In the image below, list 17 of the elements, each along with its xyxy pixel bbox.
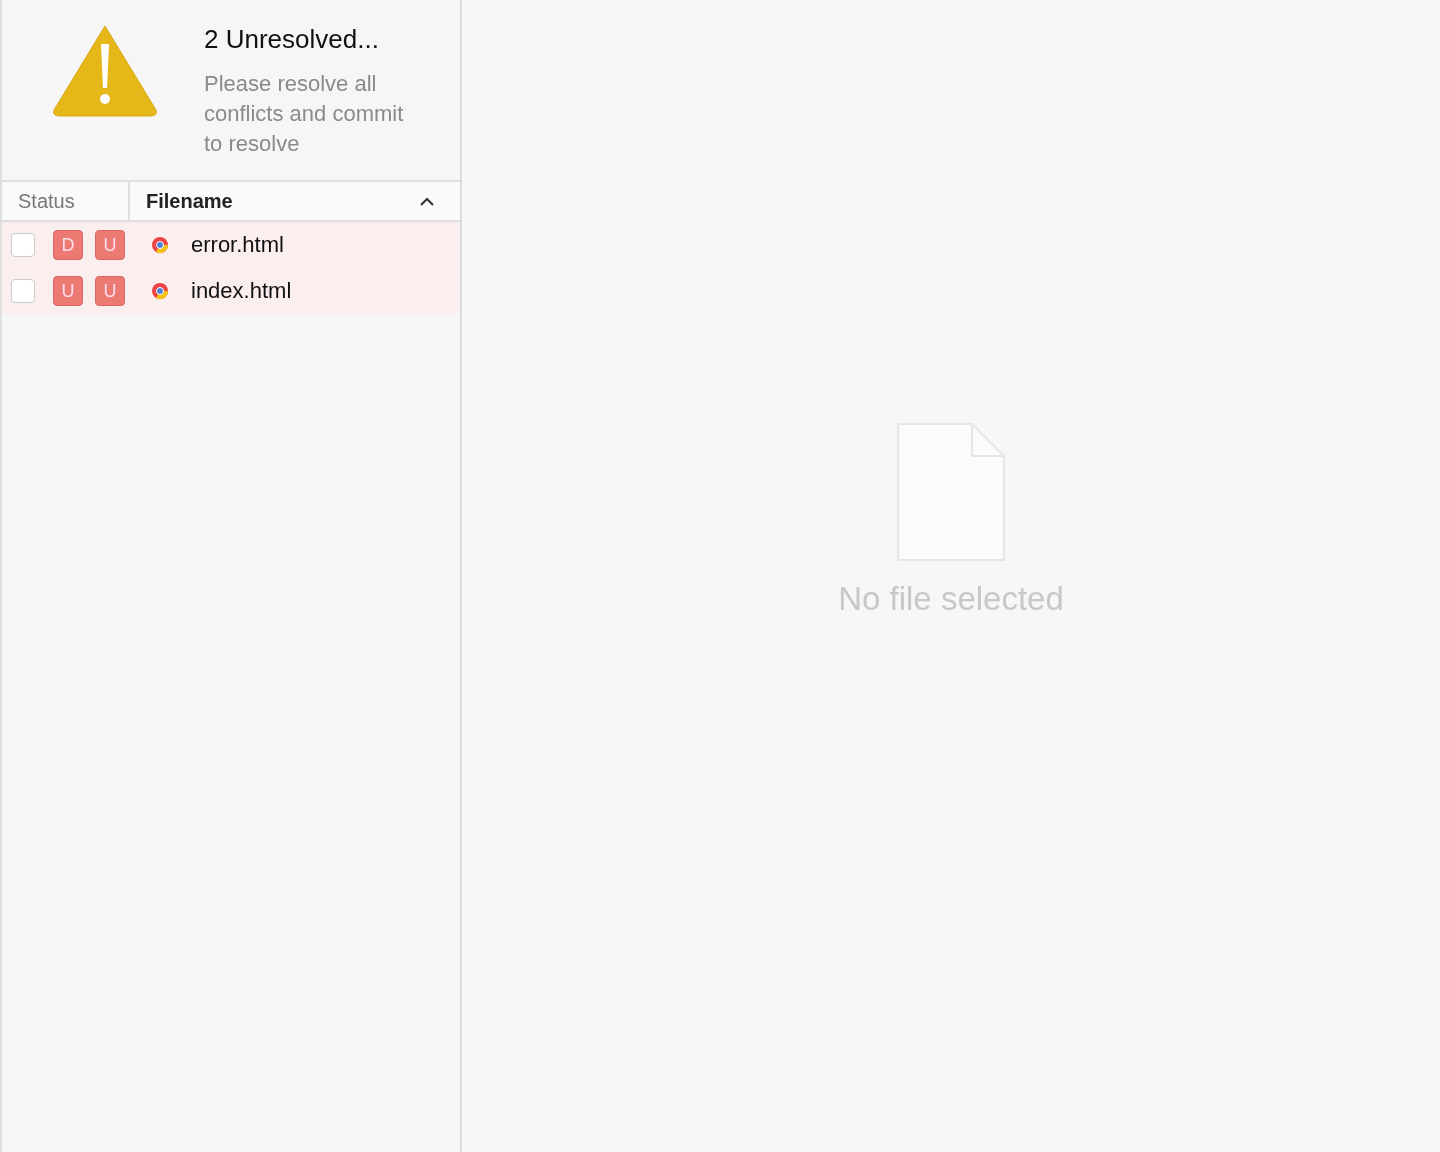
column-header[interactable]: Status [2,182,130,220]
file-row[interactable]: D U error.html [2,222,460,268]
status-badge: D [53,230,83,260]
alert-title: 2 Unresolved... [204,24,380,55]
browser-file-icon [151,236,169,254]
checkbox[interactable] [11,279,35,303]
file-name: index.html [191,278,292,304]
status-badge: U [95,230,125,260]
file-name: error.html [191,232,284,258]
status-badge: U [53,276,83,306]
column-header[interactable]: Filename [130,182,460,220]
browser-file-icon [151,282,169,300]
sort-ascending-icon [420,196,434,206]
checkbox[interactable] [11,233,35,257]
status-badge: U [95,276,125,306]
file-row[interactable]: U U index.html [2,268,460,314]
alert-message: Please resolve all conflicts and commit to resolve [204,70,405,158]
